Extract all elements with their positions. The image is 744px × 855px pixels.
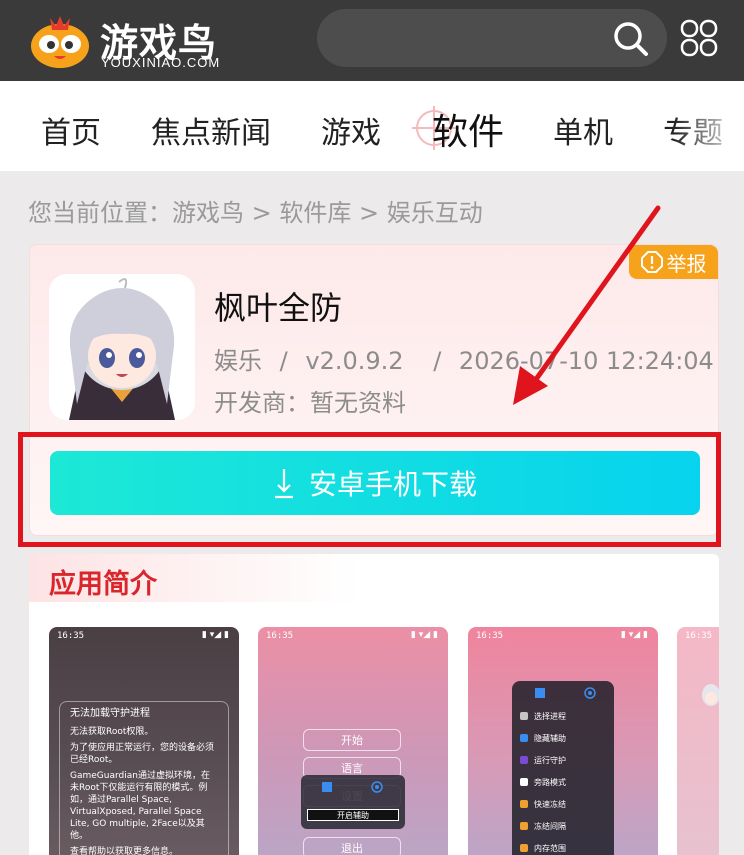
nav-item-games[interactable]: 游戏 xyxy=(321,108,381,152)
menu-item-icon xyxy=(520,756,528,764)
menu-item-label: 内存范围 xyxy=(534,843,566,853)
nav-item-standalone[interactable]: 单机 xyxy=(553,108,613,152)
menu-item-label: 冻结间隔 xyxy=(534,821,566,831)
menu-item: 内存范围 xyxy=(520,839,566,855)
menu-item-icon xyxy=(520,822,528,830)
dialog-line: GameGuardian通过虚拟环境，在未Root下仅能运行有限的模式。例如，通… xyxy=(70,771,210,841)
logo-subtitle: YOUXINIAO.COM xyxy=(101,55,221,70)
status-time: 16:35 xyxy=(476,631,504,641)
menu-item-icon xyxy=(520,778,528,786)
screenshot-4[interactable]: 16:35 xyxy=(677,627,719,855)
floating-panel: 开启辅助 xyxy=(301,775,405,829)
dialog-title: 无法加载守护进程 xyxy=(70,708,150,719)
app-category: 娱乐 xyxy=(214,347,262,375)
menu-item-icon xyxy=(520,712,528,720)
menu-item-icon xyxy=(520,800,528,808)
search-input[interactable] xyxy=(317,9,667,67)
exit-button: 退出 xyxy=(303,837,401,855)
menu-item-label: 运行守护 xyxy=(534,755,566,765)
app-meta: 娱乐 / v2.0.9.2 / 2026-07-10 12:24:04 xyxy=(214,341,714,376)
status-time: 16:35 xyxy=(685,631,713,641)
meta-separator: / xyxy=(279,347,288,375)
menu-item: 选择进程 xyxy=(520,707,566,725)
download-highlight-box xyxy=(18,432,721,547)
dialog-line: 为了使应用正常运行，您的设备必须已经Root。 xyxy=(70,743,215,765)
puzzle-icon xyxy=(322,782,332,792)
screenshot-carousel[interactable]: 16:35 ▮ ▾◢ ▮ 无法加载守护进程 无法获取Root权限。 为了使应用正… xyxy=(49,627,719,855)
app-date: 2026-07-10 12:24:04 xyxy=(458,347,714,375)
warning-icon xyxy=(640,251,663,273)
report-label: 举报 xyxy=(666,251,707,276)
menu-item-label: 快速冻结 xyxy=(534,799,566,809)
menu-item-label: 选择进程 xyxy=(534,711,566,721)
main-nav: 首页 焦点新闻 游戏 软件 单机 专题 xyxy=(0,81,744,171)
nav-fade xyxy=(674,81,744,171)
target-icon xyxy=(584,687,596,699)
status-time: 16:35 xyxy=(57,631,85,641)
app-intro-section: 应用简介 16:35 ▮ ▾◢ ▮ 无法加载守护进程 无法获取Root权限。 为… xyxy=(29,554,719,855)
menu-item: 旁路模式 xyxy=(520,773,566,791)
anime-girl-avatar-icon xyxy=(49,274,195,420)
nav-item-news[interactable]: 焦点新闻 xyxy=(151,108,271,152)
status-icons: ▮ ▾◢ ▮ xyxy=(201,630,229,640)
puzzle-icon xyxy=(535,688,545,698)
search-icon[interactable] xyxy=(613,21,649,57)
side-menu: 选择进程 隐藏辅助 运行守护 旁路模式 快速冻结 冻结间隔 内存范围 xyxy=(512,681,614,855)
breadcrumb-separator: > xyxy=(251,199,272,227)
nav-item-home[interactable]: 首页 xyxy=(41,108,101,152)
menu-item-icon xyxy=(520,844,528,852)
status-icons: ▮ ▾◢ ▮ xyxy=(620,630,648,640)
breadcrumb: 您当前位置：游戏鸟 > 软件库 > 娱乐互动 xyxy=(28,193,483,228)
screenshot-3[interactable]: 16:35 ▮ ▾◢ ▮ 选择进程 隐藏辅助 运行守护 旁路模式 快速冻结 冻结… xyxy=(468,627,658,855)
app-name: 枫叶全防 xyxy=(214,289,343,327)
bird-logo-icon[interactable] xyxy=(28,10,92,70)
enable-assist-bar: 开启辅助 xyxy=(307,809,399,821)
error-dialog: 无法加载守护进程 无法获取Root权限。 为了使应用正常运行，您的设备必须已经R… xyxy=(59,701,229,855)
report-button[interactable]: 举报 xyxy=(629,245,718,279)
dialog-line: 无法获取Root权限。 xyxy=(70,727,154,737)
menu-item: 运行守护 xyxy=(520,751,566,769)
breadcrumb-separator: > xyxy=(359,199,380,227)
target-icon xyxy=(371,781,383,793)
mini-avatar-icon xyxy=(702,684,719,706)
menu-item-label: 旁路模式 xyxy=(534,777,566,787)
screenshot-1[interactable]: 16:35 ▮ ▾◢ ▮ 无法加载守护进程 无法获取Root权限。 为了使应用正… xyxy=(49,627,239,855)
menu-item-label: 隐藏辅助 xyxy=(534,733,566,743)
status-time: 16:35 xyxy=(266,631,294,641)
screenshot-2[interactable]: 16:35 ▮ ▾◢ ▮ 开始 语言 设置 退出 开启辅助 xyxy=(258,627,448,855)
breadcrumb-prefix: 您当前位置： xyxy=(28,199,172,227)
breadcrumb-link-home[interactable]: 游戏鸟 xyxy=(172,199,244,227)
app-version: v2.0.9.2 xyxy=(305,347,404,375)
menu-grid-icon[interactable] xyxy=(679,18,719,58)
breadcrumb-link-software[interactable]: 软件库 xyxy=(279,199,351,227)
intro-title: 应用简介 xyxy=(49,569,157,600)
app-icon[interactable] xyxy=(49,274,195,420)
breadcrumb-link-category[interactable]: 娱乐互动 xyxy=(387,199,483,227)
nav-item-software[interactable]: 软件 xyxy=(432,103,504,155)
menu-item: 快速冻结 xyxy=(520,795,566,813)
menu-item: 隐藏辅助 xyxy=(520,729,566,747)
app-developer: 开发商：暂无资料 xyxy=(214,389,406,417)
start-button: 开始 xyxy=(303,729,401,751)
menu-item: 冻结间隔 xyxy=(520,817,566,835)
menu-item-icon xyxy=(520,734,528,742)
top-bar: 游戏鸟 YOUXINIAO.COM xyxy=(0,0,744,81)
meta-separator: / xyxy=(433,347,442,375)
dialog-line: 查看帮助以获取更多信息。 xyxy=(70,847,179,855)
status-icons: ▮ ▾◢ ▮ xyxy=(410,630,438,640)
